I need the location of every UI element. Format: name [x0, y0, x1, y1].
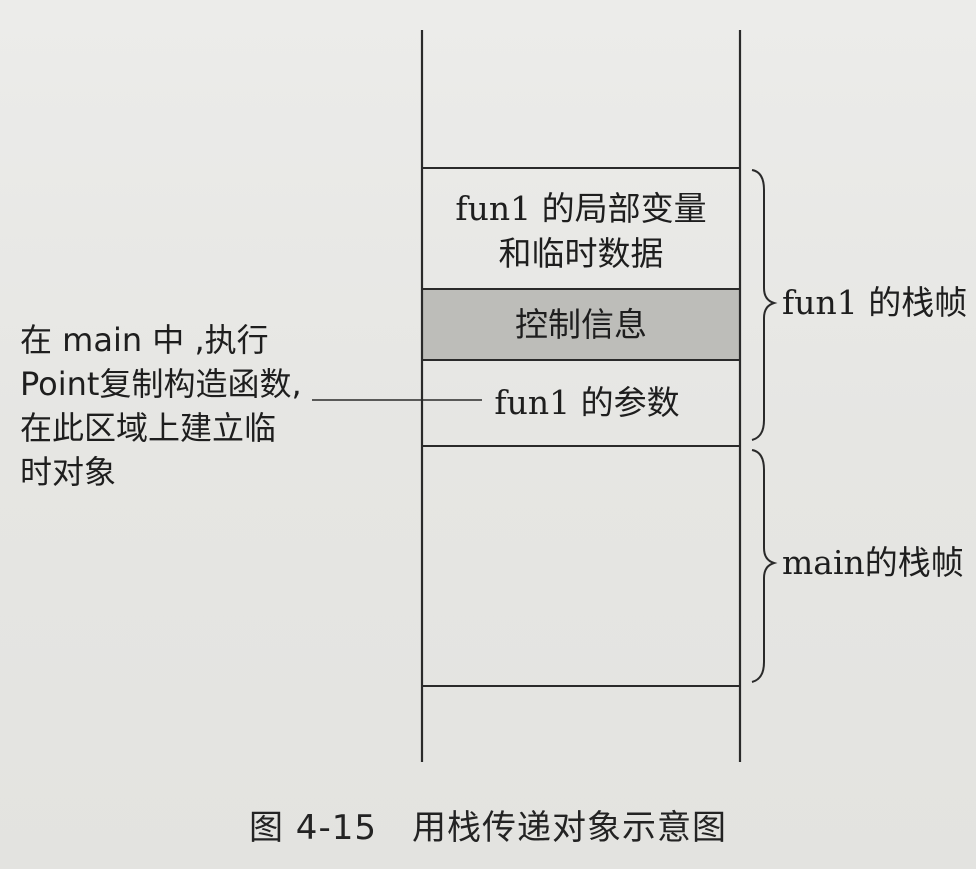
annotation-line-1: 在 main 中 ,执行: [20, 321, 269, 359]
annotation-line-3: 在此区域上建立临: [20, 409, 277, 447]
fun1-frame-label: fun1 的栈帧: [782, 283, 968, 322]
local-vars-label-line1: fun1 的局部变量: [455, 189, 707, 228]
params-label: fun1 的参数: [494, 383, 680, 422]
figure-caption: 图 4-15 用栈传递对象示意图: [249, 808, 727, 848]
main-frame-brace: [751, 449, 778, 683]
main-frame-label: main的栈帧: [782, 543, 964, 582]
control-info-label: 控制信息: [515, 305, 647, 344]
fun1-frame-brace: [751, 169, 778, 441]
annotation-line-4: 时对象: [20, 453, 117, 491]
local-vars-label-line2: 和临时数据: [498, 234, 664, 273]
annotation-text: 在 main 中 ,执行 Point复制构造函数, 在此区域上建立临 时对象: [20, 318, 302, 494]
annotation-line-2: Point复制构造函数,: [20, 365, 302, 403]
